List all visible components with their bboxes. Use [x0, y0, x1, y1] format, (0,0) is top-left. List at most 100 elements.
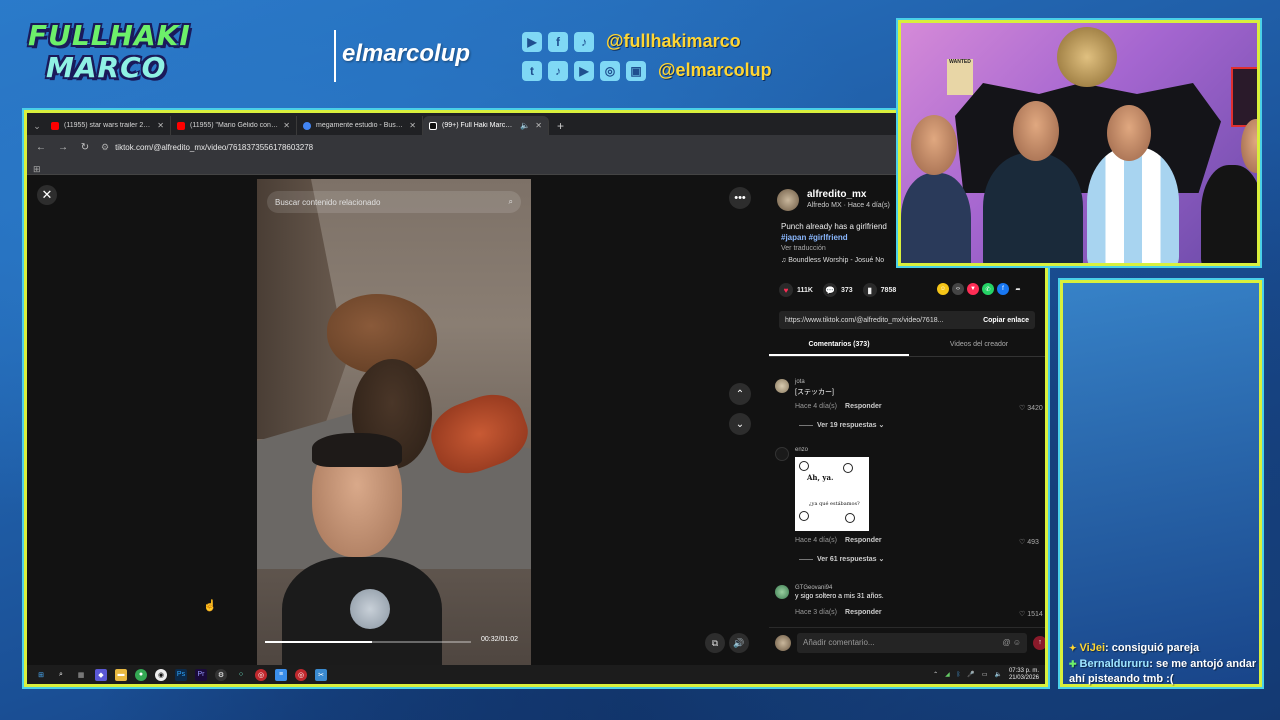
- tab-4[interactable]: (99+) Full Haki Marco (@ful 🔈 ✕: [423, 116, 549, 135]
- author-row[interactable]: alfredito_mx Alfredo MX · Hace 4 día(s): [777, 189, 890, 211]
- comment-icon[interactable]: 💬: [822, 283, 837, 297]
- tab-1[interactable]: (11955) star wars trailer 2026 - ✕: [45, 116, 171, 135]
- chevron-down-icon: ⌄: [878, 556, 885, 563]
- comment-user[interactable]: jota: [795, 379, 805, 385]
- replies-label[interactable]: Ver 61 respuestas: [817, 556, 877, 563]
- close-icon[interactable]: ✕: [535, 121, 542, 130]
- url-text[interactable]: tiktok.com/@alfredito_mx/video/761837355…: [115, 143, 313, 152]
- related-search-input[interactable]: Buscar contenido relacionado ⌕: [267, 191, 521, 213]
- whatsapp-icon[interactable]: ✆: [982, 283, 994, 295]
- steam-icon[interactable]: ⚙: [215, 668, 227, 681]
- next-video-button[interactable]: ⌄: [729, 413, 751, 435]
- speaker-icon[interactable]: 🔈: [994, 671, 1001, 678]
- share-arrow-icon[interactable]: ➦: [1012, 283, 1024, 295]
- heart-outline-icon[interactable]: ♡: [1019, 611, 1027, 618]
- comment-likes[interactable]: ♡ 1514: [1019, 610, 1043, 618]
- mute-icon[interactable]: 🔈: [520, 121, 530, 130]
- video-rock: [257, 179, 347, 439]
- avatar[interactable]: [775, 379, 789, 393]
- tab-3[interactable]: megamente estudio - Buscar co ✕: [297, 116, 423, 135]
- comment-likes[interactable]: ♡ 3420: [1019, 404, 1043, 412]
- picture-in-picture-icon[interactable]: ⧉: [705, 633, 725, 653]
- video-progress-bar[interactable]: [265, 641, 471, 643]
- emoji-share-icon[interactable]: ☺: [937, 283, 949, 295]
- search-icon[interactable]: ⌕: [509, 197, 513, 207]
- file-explorer-icon[interactable]: ▬: [115, 668, 127, 681]
- comment-text: [ステッカー]: [795, 389, 834, 396]
- notepad-icon[interactable]: ≡: [275, 668, 287, 681]
- avatar[interactable]: [775, 585, 789, 599]
- tab-2[interactable]: (11955) "Mario Gélido convierte ✕: [171, 116, 297, 135]
- previous-video-button[interactable]: ⌃: [729, 383, 751, 405]
- avatar[interactable]: [777, 189, 799, 211]
- new-tab-button[interactable]: +: [549, 117, 572, 135]
- windows-start-icon[interactable]: ⊞: [35, 669, 47, 681]
- comment-stat[interactable]: 💬 373: [822, 283, 853, 297]
- reload-icon[interactable]: ↻: [79, 142, 91, 153]
- task-view-icon[interactable]: ▦: [75, 669, 87, 681]
- copy-link-button[interactable]: Copiar enlace: [983, 317, 1029, 324]
- like-count: 111K: [797, 286, 813, 294]
- comment-user[interactable]: GTGeovani94: [795, 585, 832, 591]
- circle-app-icon[interactable]: ○: [235, 669, 247, 681]
- tab-creator-videos[interactable]: Videos del creador: [909, 337, 1045, 356]
- heart-icon[interactable]: ♥: [779, 283, 793, 297]
- comment-user[interactable]: enzo: [795, 447, 808, 453]
- snipping-tool-icon[interactable]: ✂: [315, 668, 327, 681]
- bluetooth-icon[interactable]: ᛒ: [957, 672, 961, 678]
- chat-box: ✦ ViJei: consiguió pareja ✚ Bernaldururu: …: [1060, 280, 1262, 687]
- close-video-button[interactable]: ✕: [37, 185, 57, 205]
- close-icon[interactable]: ✕: [409, 121, 416, 130]
- tab-comments[interactable]: Comentarios (373): [769, 337, 909, 356]
- reply-button[interactable]: Responder: [845, 537, 882, 544]
- music-row[interactable]: ♫ Boundless Worship - Josué No: [781, 257, 884, 264]
- chrome-icon[interactable]: ●: [135, 668, 147, 681]
- photoshop-icon[interactable]: Ps: [175, 668, 187, 681]
- nvidia-icon[interactable]: ◢: [945, 671, 950, 678]
- url-field[interactable]: ⚙ tiktok.com/@alfredito_mx/video/7618373…: [101, 142, 313, 153]
- comment-likes[interactable]: ♡ 493: [1019, 538, 1039, 546]
- twitch-icon: ▣: [626, 60, 646, 81]
- heart-outline-icon[interactable]: ♡: [1019, 539, 1027, 546]
- reply-button[interactable]: Responder: [845, 403, 882, 410]
- music-title[interactable]: Boundless Worship - Josué No: [788, 257, 884, 264]
- heart-outline-icon[interactable]: ♡: [1019, 405, 1027, 412]
- view-replies-button[interactable]: Ver 19 respuestas ⌄: [799, 421, 884, 429]
- view-replies-button[interactable]: Ver 61 respuestas ⌄: [799, 555, 884, 563]
- more-options-button[interactable]: •••: [729, 187, 751, 209]
- network-icon[interactable]: ▭: [982, 671, 988, 678]
- apps-grid-icon[interactable]: ⊞: [33, 164, 41, 174]
- close-icon[interactable]: ✕: [283, 121, 290, 130]
- site-info-icon[interactable]: ⚙: [101, 142, 109, 153]
- bookmark-icon[interactable]: ▮: [862, 283, 877, 297]
- send-share-icon[interactable]: ▼: [967, 283, 979, 295]
- search-icon[interactable]: ⌕: [55, 669, 67, 681]
- comment-sticker-image[interactable]: Ah, ya. ¿ya qué estábamos?: [795, 457, 869, 531]
- red-app-2-icon[interactable]: ◎: [295, 668, 307, 681]
- red-app-icon[interactable]: ◎: [255, 668, 267, 681]
- embed-icon[interactable]: ‹›: [952, 283, 964, 295]
- avatar[interactable]: [775, 447, 789, 461]
- obs-icon[interactable]: ◉: [155, 668, 167, 681]
- send-comment-button[interactable]: ↑: [1033, 635, 1045, 650]
- like-stat[interactable]: ♥ 111K: [779, 283, 813, 297]
- comment-input[interactable]: Añadir comentario... @ ☺: [797, 632, 1027, 653]
- close-icon[interactable]: ✕: [157, 121, 164, 130]
- mention-and-emoji-icon[interactable]: @ ☺: [1002, 638, 1021, 647]
- premiere-icon[interactable]: Pr: [195, 668, 207, 681]
- replies-label[interactable]: Ver 19 respuestas: [817, 422, 877, 429]
- chevron-up-icon[interactable]: ⌃: [933, 671, 938, 678]
- video-player[interactable]: Buscar contenido relacionado ⌕ 00:32/01:…: [257, 179, 531, 665]
- copilot-icon[interactable]: ◆: [95, 668, 107, 681]
- microphone-tray-icon[interactable]: 🎤: [967, 671, 974, 678]
- volume-icon[interactable]: 🔊: [729, 633, 749, 653]
- save-stat[interactable]: ▮ 7858: [862, 283, 896, 297]
- reply-button[interactable]: Responder: [845, 609, 882, 616]
- forward-icon[interactable]: →: [57, 142, 69, 153]
- straw-hat-emblem: [1057, 27, 1117, 87]
- back-icon[interactable]: ←: [35, 142, 47, 153]
- facebook-share-icon[interactable]: f: [997, 283, 1009, 295]
- taskbar-clock[interactable]: 07:33 p. m. 21/03/2026: [1009, 668, 1039, 682]
- tab-search-icon[interactable]: ⌄: [29, 117, 45, 135]
- author-handle[interactable]: alfredito_mx: [807, 189, 890, 200]
